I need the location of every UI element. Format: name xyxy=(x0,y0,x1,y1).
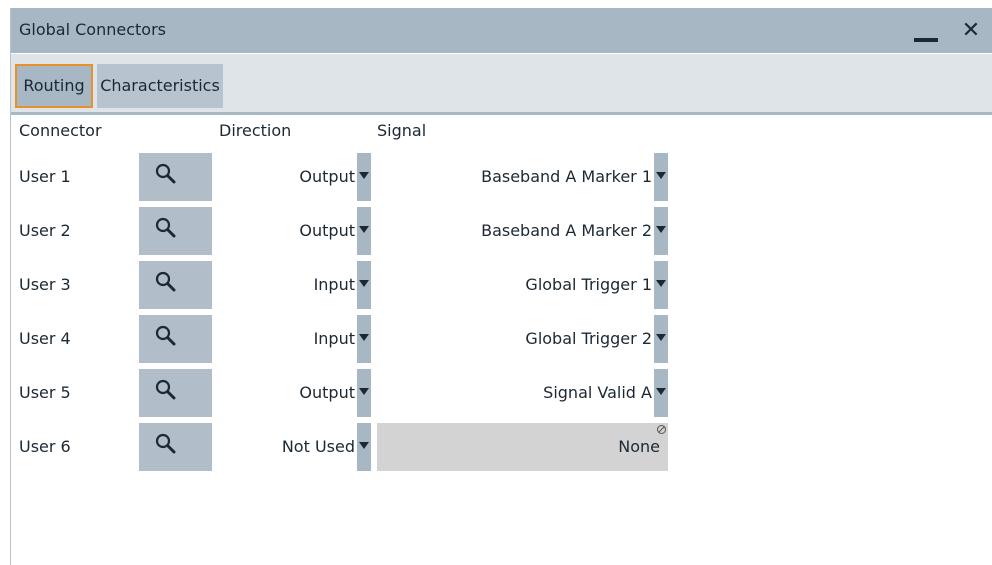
connector-label: User 6 xyxy=(19,437,71,456)
chevron-down-icon xyxy=(359,442,369,449)
signal-dropdown[interactable]: Baseband A Marker 2 xyxy=(377,207,668,255)
signal-dropdown-toggle[interactable] xyxy=(654,315,668,363)
global-connectors-dialog: Global Connectors ✕ Routing Characterist… xyxy=(10,8,992,565)
signal-dropdown-toggle[interactable] xyxy=(654,153,668,201)
magnifier-icon xyxy=(155,217,176,238)
chevron-down-icon xyxy=(359,280,369,287)
column-header-direction: Direction xyxy=(219,121,292,140)
chevron-down-icon xyxy=(656,280,666,287)
disabled-icon xyxy=(657,425,666,434)
chevron-down-icon xyxy=(359,226,369,233)
chevron-down-icon xyxy=(656,388,666,395)
connector-search-button[interactable] xyxy=(139,369,212,417)
window-title: Global Connectors xyxy=(19,20,166,39)
direction-dropdown[interactable]: Not Used xyxy=(217,423,371,471)
connector-row-2: User 2 Output Baseband A Marker 2 xyxy=(11,207,992,255)
direction-dropdown[interactable]: Input xyxy=(217,261,371,309)
connector-row-3: User 3 Input Global Trigger 1 xyxy=(11,261,992,309)
signal-dropdown[interactable]: Global Trigger 1 xyxy=(377,261,668,309)
column-header-connector: Connector xyxy=(19,121,102,140)
signal-value: Baseband A Marker 1 xyxy=(481,167,652,186)
close-button[interactable]: ✕ xyxy=(956,14,986,48)
direction-value: Input xyxy=(313,329,355,348)
connector-label: User 2 xyxy=(19,221,71,240)
connector-search-button[interactable] xyxy=(139,315,212,363)
connector-label: User 4 xyxy=(19,329,71,348)
signal-value: Global Trigger 2 xyxy=(525,329,652,348)
connector-row-6: User 6 Not Used None xyxy=(11,423,992,471)
direction-dropdown[interactable]: Output xyxy=(217,369,371,417)
chevron-down-icon xyxy=(359,334,369,341)
close-icon: ✕ xyxy=(961,18,981,43)
direction-dropdown-toggle[interactable] xyxy=(357,207,371,255)
direction-dropdown-toggle[interactable] xyxy=(357,153,371,201)
signal-dropdown-toggle[interactable] xyxy=(654,207,668,255)
direction-value: Output xyxy=(299,383,355,402)
tab-bar: Routing Characteristics xyxy=(11,54,992,115)
signal-dropdown: None xyxy=(377,423,668,471)
connector-search-button[interactable] xyxy=(139,423,212,471)
connector-row-5: User 5 Output Signal Valid A xyxy=(11,369,992,417)
connector-label: User 5 xyxy=(19,383,71,402)
signal-value: Baseband A Marker 2 xyxy=(481,221,652,240)
direction-dropdown-toggle[interactable] xyxy=(357,261,371,309)
signal-dropdown[interactable]: Baseband A Marker 1 xyxy=(377,153,668,201)
minimize-button[interactable] xyxy=(908,14,944,50)
chevron-down-icon xyxy=(656,334,666,341)
direction-value: Output xyxy=(299,167,355,186)
connector-search-button[interactable] xyxy=(139,207,212,255)
chevron-down-icon xyxy=(359,172,369,179)
minimize-icon xyxy=(914,38,938,42)
signal-dropdown[interactable]: Global Trigger 2 xyxy=(377,315,668,363)
signal-dropdown-toggle[interactable] xyxy=(654,369,668,417)
magnifier-icon xyxy=(155,433,176,454)
page: Global Connectors ✕ Routing Characterist… xyxy=(0,0,992,565)
tab-characteristics[interactable]: Characteristics xyxy=(97,64,223,108)
connector-label: User 1 xyxy=(19,167,71,186)
signal-value: None xyxy=(618,437,660,456)
connector-label: User 3 xyxy=(19,275,71,294)
magnifier-icon xyxy=(155,379,176,400)
chevron-down-icon xyxy=(656,172,666,179)
connector-row-4: User 4 Input Global Trigger 2 xyxy=(11,315,992,363)
direction-value: Not Used xyxy=(281,437,355,456)
direction-dropdown[interactable]: Output xyxy=(217,207,371,255)
column-header-signal: Signal xyxy=(377,121,427,140)
direction-dropdown-toggle[interactable] xyxy=(357,315,371,363)
magnifier-icon xyxy=(155,163,176,184)
connector-search-button[interactable] xyxy=(139,261,212,309)
direction-dropdown[interactable]: Output xyxy=(217,153,371,201)
signal-dropdown[interactable]: Signal Valid A xyxy=(377,369,668,417)
direction-value: Input xyxy=(313,275,355,294)
direction-dropdown-toggle[interactable] xyxy=(357,369,371,417)
title-bar[interactable]: Global Connectors ✕ xyxy=(11,8,992,53)
signal-dropdown-toggle[interactable] xyxy=(654,261,668,309)
direction-dropdown[interactable]: Input xyxy=(217,315,371,363)
tab-routing[interactable]: Routing xyxy=(15,64,93,108)
magnifier-icon xyxy=(155,325,176,346)
signal-value: Global Trigger 1 xyxy=(525,275,652,294)
chevron-down-icon xyxy=(656,226,666,233)
connector-row-1: User 1 Output Baseband A Marker 1 xyxy=(11,153,992,201)
connector-search-button[interactable] xyxy=(139,153,212,201)
magnifier-icon xyxy=(155,271,176,292)
direction-dropdown-toggle[interactable] xyxy=(357,423,371,471)
signal-value: Signal Valid A xyxy=(543,383,652,402)
chevron-down-icon xyxy=(359,388,369,395)
direction-value: Output xyxy=(299,221,355,240)
